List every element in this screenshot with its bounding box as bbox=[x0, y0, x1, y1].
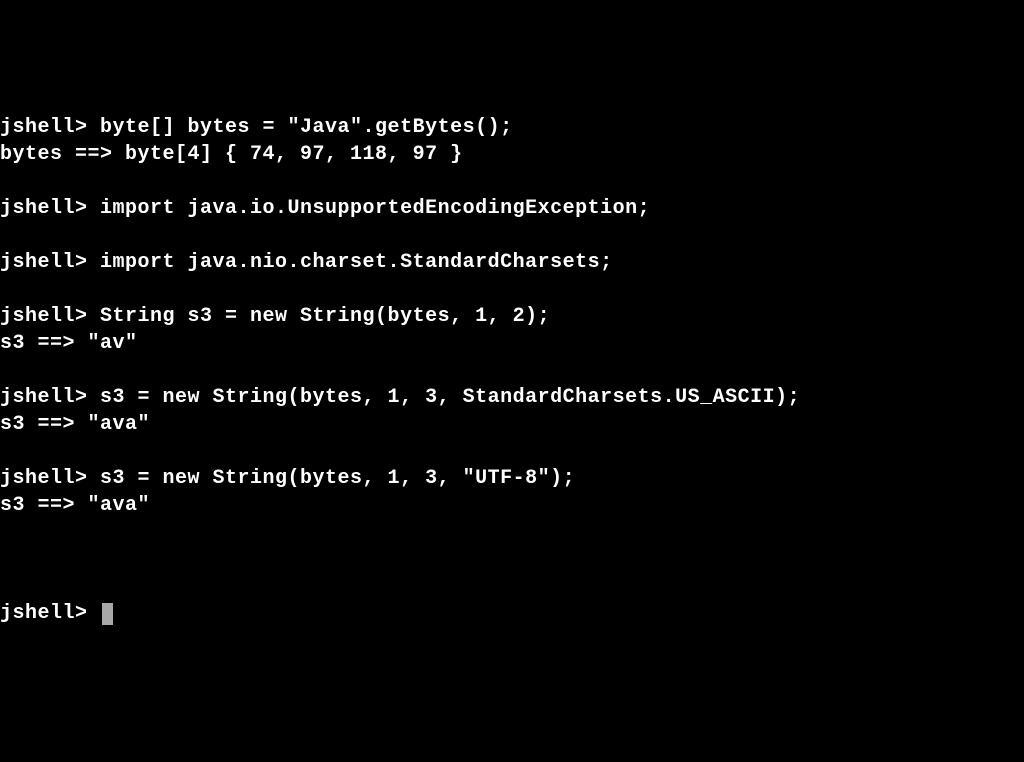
terminal-input-line: jshell> s3 = new String(bytes, 1, 3, "UT… bbox=[0, 465, 1024, 492]
terminal-input-line: jshell> import java.nio.charset.Standard… bbox=[0, 249, 1024, 276]
terminal-output-line: s3 ==> "ava" bbox=[0, 411, 1024, 438]
blank-line bbox=[0, 168, 1024, 195]
blank-line bbox=[0, 519, 1024, 546]
blank-line bbox=[0, 438, 1024, 465]
blank-line bbox=[0, 357, 1024, 384]
cursor-block bbox=[102, 603, 113, 625]
terminal-input-line: jshell> String s3 = new String(bytes, 1,… bbox=[0, 303, 1024, 330]
prompt-text: jshell> bbox=[0, 600, 100, 627]
terminal-output-line: s3 ==> "av" bbox=[0, 330, 1024, 357]
terminal-input-line: jshell> byte[] bytes = "Java".getBytes()… bbox=[0, 114, 1024, 141]
terminal-output: jshell> byte[] bytes = "Java".getBytes()… bbox=[0, 114, 1024, 546]
blank-line bbox=[0, 276, 1024, 303]
terminal-output-line: bytes ==> byte[4] { 74, 97, 118, 97 } bbox=[0, 141, 1024, 168]
active-prompt-line[interactable]: jshell> bbox=[0, 600, 1024, 627]
terminal-output-line: s3 ==> "ava" bbox=[0, 492, 1024, 519]
terminal-input-line: jshell> s3 = new String(bytes, 1, 3, Sta… bbox=[0, 384, 1024, 411]
blank-line bbox=[0, 222, 1024, 249]
terminal-input-line: jshell> import java.io.UnsupportedEncodi… bbox=[0, 195, 1024, 222]
